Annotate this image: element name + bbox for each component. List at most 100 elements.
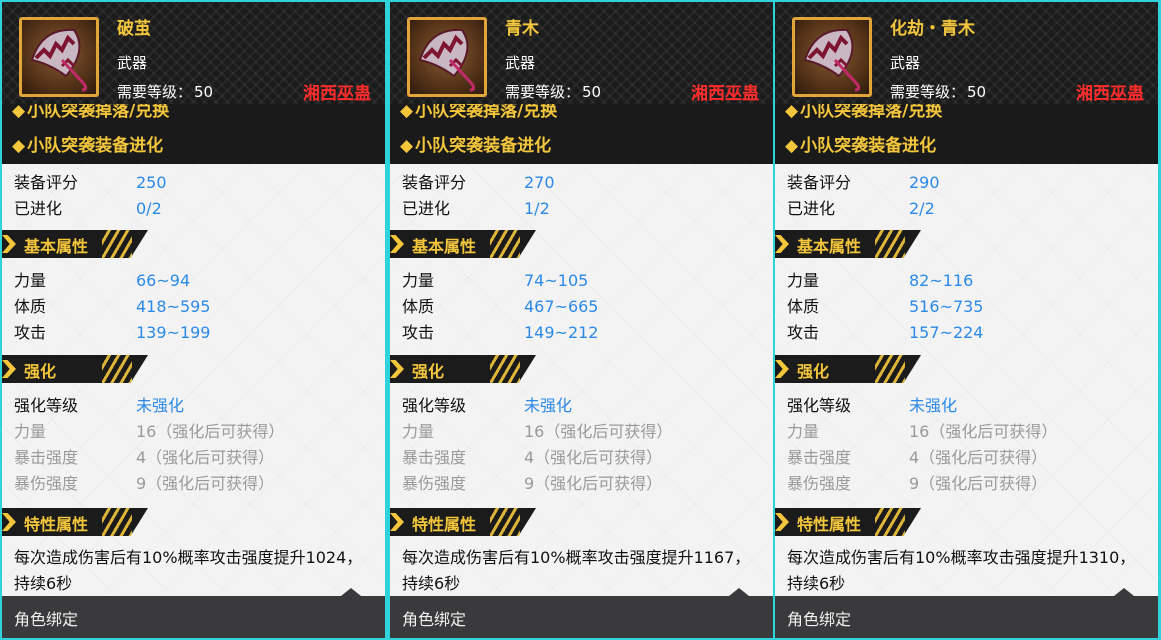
bind-status: 角色绑定 [787, 610, 852, 629]
item-icon-frame [19, 17, 99, 97]
chevron-right-icon [775, 513, 789, 531]
score-label: 装备评分 [402, 173, 467, 192]
umbrella-weapon-icon [418, 28, 476, 92]
item-stats: 装备评分 250 已进化 0/2 基本属性 力量 66~94 体质 418~595 攻击… [2, 164, 385, 596]
constitution-value: 467~665 [524, 297, 599, 316]
region-label: 湘西巫蛊 [691, 84, 759, 104]
section-title: 特性属性 [24, 515, 89, 534]
enhance-level-label: 强化等级 [14, 396, 79, 415]
section-header-basic: 基本属性 [2, 230, 148, 258]
required-level-label: 需要等级： [505, 83, 581, 101]
enhance-crit-label: 暴击强度 [402, 448, 467, 467]
required-level: 需要等级： 50 [117, 81, 213, 102]
item-header: 青木 武器 需要等级： 50 湘西巫蛊 [390, 2, 773, 104]
item-stats: 装备评分 270 已进化 1/2 基本属性 力量 74~105 体质 467~665 攻… [390, 164, 773, 596]
section-title: 基本属性 [412, 237, 477, 256]
enhance-level-value: 未强化 [524, 396, 573, 415]
source-item: 小队突袭装备进化 [400, 131, 551, 156]
chevron-right-icon [390, 235, 404, 253]
enhance-strength-label: 力量 [402, 422, 435, 441]
enhance-level-label: 强化等级 [787, 396, 852, 415]
region-label: 湘西巫蛊 [1076, 84, 1144, 104]
region-label: 湘西巫蛊 [303, 84, 371, 104]
item-name: 破茧 [117, 19, 151, 39]
item-stats: 装备评分 290 已进化 2/2 基本属性 力量 82~116 体质 516~735 攻… [775, 164, 1158, 596]
trait-description: 每次造成伤害后有10%概率攻击强度提升1024，持续6秒 [14, 548, 363, 593]
item-tooltip-panel-3: 化劫・青木 武器 需要等级：50 湘西巫蛊 小队突袭掉落/兑换 小队突袭装备进化… [775, 2, 1158, 638]
score-value: 290 [909, 173, 940, 192]
source-item: 小队突袭掉落/兑换 [12, 104, 169, 121]
enhance-crit-label: 暴击强度 [787, 448, 852, 467]
enhance-level-value: 未强化 [909, 396, 958, 415]
evolved-value: 2/2 [909, 199, 935, 218]
enhance-crit-value: 4（强化后可获得） [524, 448, 663, 467]
enhance-strength-value: 16（强化后可获得） [524, 422, 673, 441]
required-level-label: 需要等级： [890, 83, 966, 101]
attack-value: 157~224 [909, 323, 984, 342]
section-header-basic: 基本属性 [775, 230, 921, 258]
source-item: 小队突袭装备进化 [12, 131, 163, 156]
item-type: 武器 [890, 54, 921, 72]
required-level: 需要等级： 50 [505, 81, 601, 102]
enhance-critdmg-value: 9（强化后可获得） [909, 474, 1048, 493]
pointer-notch [729, 588, 749, 596]
constitution-label: 体质 [787, 297, 820, 316]
score-value: 250 [136, 173, 167, 192]
source-list: 小队突袭掉落/兑换 小队突袭装备进化 [2, 104, 385, 164]
enhance-critdmg-value: 9（强化后可获得） [524, 474, 663, 493]
constitution-label: 体质 [14, 297, 47, 316]
trait-description: 每次造成伤害后有10%概率攻击强度提升1310，持续6秒 [787, 548, 1136, 593]
strength-label: 力量 [14, 271, 47, 290]
bind-status: 角色绑定 [402, 610, 467, 629]
section-header-enhance: 强化 [390, 355, 536, 383]
source-item: 小队突袭掉落/兑换 [785, 104, 942, 121]
item-icon-frame [792, 17, 872, 97]
evolved-label: 已进化 [787, 199, 836, 218]
item-tooltip-panel-2: 青木 武器 需要等级：50 湘西巫蛊 小队突袭掉落/兑换 小队突袭装备进化 装备… [390, 2, 773, 638]
evolved-value: 1/2 [524, 199, 550, 218]
required-level: 需要等级： 50 [890, 81, 986, 102]
chevron-right-icon [2, 235, 16, 253]
constitution-value: 418~595 [136, 297, 211, 316]
item-type: 武器 [117, 54, 148, 72]
section-header-trait: 特性属性 [775, 508, 921, 536]
evolved-label: 已进化 [14, 199, 63, 218]
stripe-decoration [875, 508, 905, 536]
item-tooltip-panel-1: 破茧 武器 需要等级：50 湘西巫蛊 小队突袭掉落/兑换 小队突袭装备进化 装备… [2, 2, 385, 638]
attack-label: 攻击 [787, 323, 820, 342]
enhance-level-value: 未强化 [136, 396, 185, 415]
enhance-strength-value: 16（强化后可获得） [136, 422, 285, 441]
attack-value: 139~199 [136, 323, 211, 342]
attack-label: 攻击 [14, 323, 47, 342]
strength-value: 82~116 [909, 271, 974, 290]
item-icon-frame [407, 17, 487, 97]
strength-value: 74~105 [524, 271, 589, 290]
pointer-notch [1114, 588, 1134, 596]
item-header: 化劫・青木 武器 需要等级： 50 湘西巫蛊 [775, 2, 1158, 104]
enhance-crit-value: 4（强化后可获得） [909, 448, 1048, 467]
enhance-strength-label: 力量 [787, 422, 820, 441]
stripe-decoration [875, 230, 905, 258]
item-header: 破茧 武器 需要等级： 50 湘西巫蛊 [2, 2, 385, 104]
section-title: 强化 [24, 362, 57, 381]
section-header-trait: 特性属性 [390, 508, 536, 536]
item-name: 青木 [505, 19, 539, 39]
constitution-value: 516~735 [909, 297, 984, 316]
binding-footer: 角色绑定 [2, 588, 385, 638]
stripe-decoration [102, 508, 132, 536]
section-header-trait: 特性属性 [2, 508, 148, 536]
source-item: 小队突袭掉落/兑换 [400, 104, 557, 121]
strength-value: 66~94 [136, 271, 191, 290]
section-header-basic: 基本属性 [390, 230, 536, 258]
score-value: 270 [524, 173, 555, 192]
section-title: 强化 [412, 362, 445, 381]
chevron-right-icon [390, 513, 404, 531]
enhance-strength-value: 16（强化后可获得） [909, 422, 1058, 441]
section-title: 强化 [797, 362, 830, 381]
chevron-right-icon [2, 513, 16, 531]
stripe-decoration [490, 355, 520, 383]
required-level-value: 50 [967, 83, 987, 101]
item-name: 化劫・青木 [890, 19, 975, 39]
enhance-critdmg-label: 暴伤强度 [787, 474, 852, 493]
section-header-enhance: 强化 [775, 355, 921, 383]
